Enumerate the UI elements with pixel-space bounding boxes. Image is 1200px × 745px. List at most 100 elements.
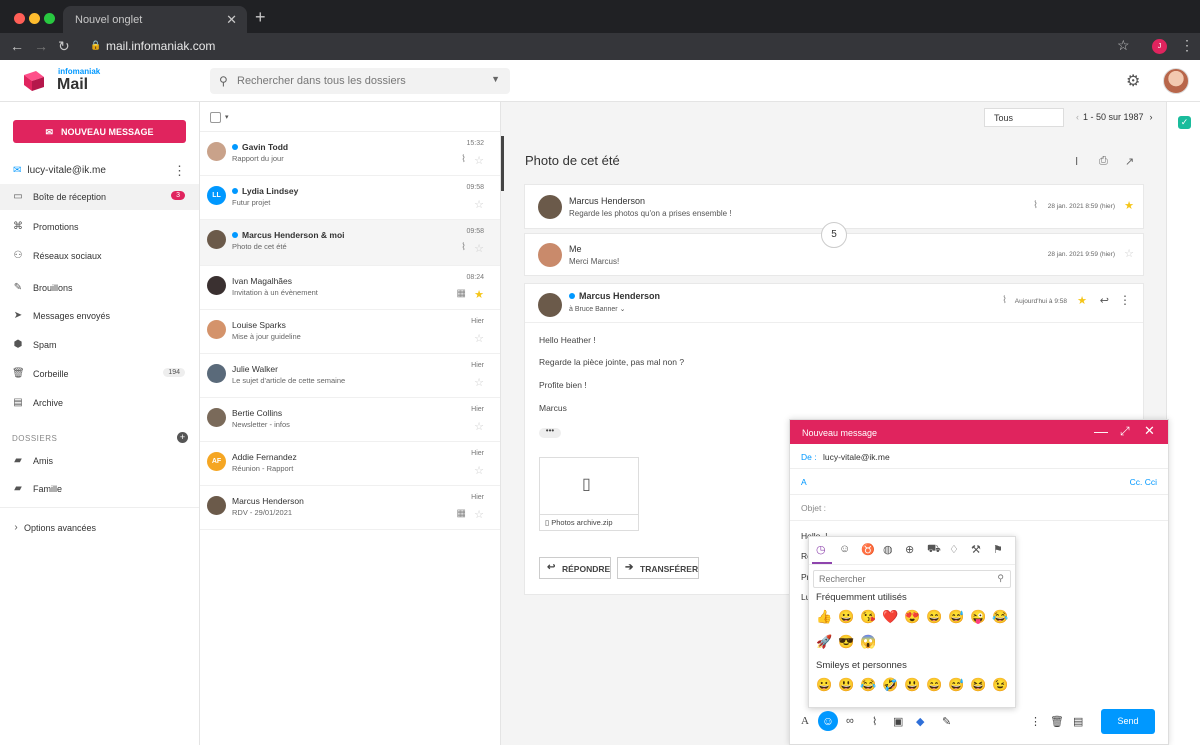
open-external-icon[interactable]: ↗ <box>1125 155 1134 168</box>
emoji[interactable]: 😉 <box>992 677 1008 693</box>
save-draft-icon[interactable]: ▤ <box>1073 715 1083 728</box>
subject-field[interactable]: Objet : <box>790 495 1168 521</box>
star-icon[interactable]: ☆ <box>474 154 484 167</box>
from-field[interactable]: De : lucy-vitale@ik.me <box>790 444 1168 469</box>
delete-icon[interactable]: 🗑 <box>1050 715 1064 728</box>
emoji[interactable]: 😎 <box>838 634 854 650</box>
list-item[interactable]: Ivan Magalhães Invitation à un évènement… <box>200 266 500 310</box>
star-icon[interactable]: ☆ <box>474 242 484 255</box>
recent-category-icon[interactable]: ◷ <box>816 543 826 556</box>
star-icon[interactable]: ☆ <box>474 508 484 521</box>
gear-icon[interactable]: ⚙ <box>1126 71 1140 91</box>
emoji[interactable]: 😅 <box>948 677 964 693</box>
smileys-category-icon[interactable]: ☺ <box>839 543 850 555</box>
list-item[interactable]: Bertie Collins Newsletter - infos Hier ☆ <box>200 398 500 442</box>
emoji[interactable]: 😅 <box>948 609 964 625</box>
sidebar-item-spam[interactable]: ⬢ Spam <box>0 332 199 358</box>
emoji[interactable]: 😂 <box>992 609 1008 625</box>
sidebar-item-archive[interactable]: ▤ Archive <box>0 390 199 416</box>
browser-tab[interactable]: Nouvel onglet ✕ <box>63 6 247 33</box>
print-icon[interactable]: ⎙ <box>1099 155 1108 168</box>
attachment-card[interactable]: ▯ ▯ Photos archive.zip <box>539 457 639 531</box>
list-item[interactable]: LL Lydia Lindsey Futur projet 09:58 ☆ <box>200 176 500 220</box>
emoji[interactable]: 😀 <box>816 677 832 693</box>
advanced-options[interactable]: › Options avancées <box>0 515 199 541</box>
emoji[interactable]: 👍 <box>816 609 832 625</box>
emoji[interactable]: 🚀 <box>816 634 832 650</box>
expand-icon[interactable]: ⤢ <box>1120 424 1130 439</box>
new-message-button[interactable]: ✉ NOUVEAU MESSAGE <box>13 120 186 143</box>
emoji[interactable]: 😱 <box>860 634 876 650</box>
show-quoted-button[interactable]: ••• <box>539 427 561 438</box>
emoji[interactable]: 😘 <box>860 609 876 625</box>
checklist-app-icon[interactable]: ✓ <box>1178 116 1191 129</box>
folder-item-amis[interactable]: ▰ Amis <box>0 448 199 474</box>
list-item[interactable]: Marcus Henderson RDV - 29/01/2021 Hier ▦… <box>200 486 500 530</box>
symbols-category-icon[interactable]: ⚒ <box>971 543 981 556</box>
list-item[interactable]: Marcus Henderson & moi Photo de cet été … <box>200 220 500 266</box>
forward-icon[interactable]: → <box>34 38 48 54</box>
attachment-icon[interactable]: ⌇ <box>872 715 877 728</box>
profile-avatar[interactable]: J <box>1152 39 1167 54</box>
send-button[interactable]: Send <box>1101 709 1155 734</box>
star-icon[interactable]: ★ <box>474 288 484 301</box>
animals-category-icon[interactable]: ♉ <box>861 543 875 556</box>
minimize-window-button[interactable] <box>29 13 40 24</box>
chevron-down-icon[interactable]: ▼ <box>491 74 500 84</box>
select-dropdown-icon[interactable]: ▾ <box>225 113 229 121</box>
scrollbar[interactable] <box>501 136 504 191</box>
user-avatar[interactable] <box>1163 68 1189 94</box>
list-item[interactable]: AF Addie Fernandez Réunion - Rapport Hie… <box>200 442 500 486</box>
text-format-icon[interactable]: A <box>801 715 809 727</box>
emoji-search-input[interactable]: Rechercher ⚲ <box>813 570 1011 588</box>
minimize-icon[interactable]: — <box>1094 423 1108 439</box>
emoji[interactable]: 😍 <box>904 609 920 625</box>
sidebar-item-sent[interactable]: ➤ Messages envoyés <box>0 303 199 329</box>
reload-icon[interactable]: ↻ <box>58 38 70 55</box>
list-item[interactable]: Louise Sparks Mise à jour guideline Hier… <box>200 310 500 354</box>
star-icon[interactable]: ☆ <box>1124 247 1134 260</box>
sidebar-item-promotions[interactable]: ⌘ Promotions <box>0 214 199 240</box>
emoji[interactable]: ❤️ <box>882 609 898 625</box>
cc-bcc-link[interactable]: Cc. Cci <box>1130 477 1157 487</box>
folder-item-famille[interactable]: ▰ Famille <box>0 476 199 502</box>
objects-category-icon[interactable]: ♢ <box>949 543 959 556</box>
list-item[interactable]: Julie Walker Le sujet d'article de cette… <box>200 354 500 398</box>
star-icon[interactable]: ☆ <box>474 464 484 477</box>
vehicle-category-icon[interactable]: ⛟ <box>927 543 941 557</box>
emoji[interactable]: 😆 <box>970 677 986 693</box>
forward-button[interactable]: ➔ TRANSFÉRER <box>617 557 699 579</box>
add-folder-icon[interactable]: + <box>177 432 188 443</box>
search-bar[interactable]: ⚲ Rechercher dans tous les dossiers ▼ <box>210 68 510 94</box>
emoji[interactable]: 😜 <box>970 609 986 625</box>
emoji[interactable]: 🤣 <box>882 677 898 693</box>
browser-menu-icon[interactable]: ⋮ <box>1180 37 1194 54</box>
flags-category-icon[interactable]: ⚑ <box>993 543 1003 556</box>
list-item[interactable]: Gavin Todd Rapport du jour 15:32 ⌇ ☆ <box>200 132 500 176</box>
sidebar-item-inbox[interactable]: ▭ Boîte de réception 3 <box>0 184 199 210</box>
account-menu-icon[interactable]: ⋮ <box>173 163 186 179</box>
star-icon[interactable]: ★ <box>1124 199 1134 212</box>
bookmark-star-icon[interactable]: ☆ <box>1117 37 1130 54</box>
food-category-icon[interactable]: ◍ <box>883 543 893 556</box>
travel-category-icon[interactable]: ⊕ <box>905 543 914 556</box>
collapsed-messages-badge[interactable]: 5 <box>821 222 847 248</box>
maximize-window-button[interactable] <box>44 13 55 24</box>
new-tab-icon[interactable]: + <box>255 7 266 28</box>
select-all-checkbox[interactable] <box>210 112 221 123</box>
text-cursor-icon[interactable]: Ⅰ <box>1075 155 1078 168</box>
more-options-icon[interactable]: ⋮ <box>1030 715 1041 728</box>
emoji[interactable]: 😄 <box>926 609 942 625</box>
star-icon[interactable]: ☆ <box>474 420 484 433</box>
emoji[interactable]: 😄 <box>926 677 942 693</box>
star-icon[interactable]: ☆ <box>474 376 484 389</box>
back-icon[interactable]: ← <box>10 38 24 54</box>
account-selector[interactable]: ✉ lucy-vitale@ik.me ⋮ <box>13 163 188 179</box>
prev-page-icon[interactable]: ‹ <box>1076 112 1079 122</box>
close-tab-icon[interactable]: ✕ <box>226 12 237 28</box>
next-page-icon[interactable]: › <box>1150 112 1153 122</box>
emoji[interactable]: 😂 <box>860 677 876 693</box>
to-field[interactable]: A Cc. Cci <box>790 469 1168 495</box>
image-icon[interactable]: ▣ <box>893 715 903 728</box>
star-icon[interactable]: ☆ <box>474 332 484 345</box>
